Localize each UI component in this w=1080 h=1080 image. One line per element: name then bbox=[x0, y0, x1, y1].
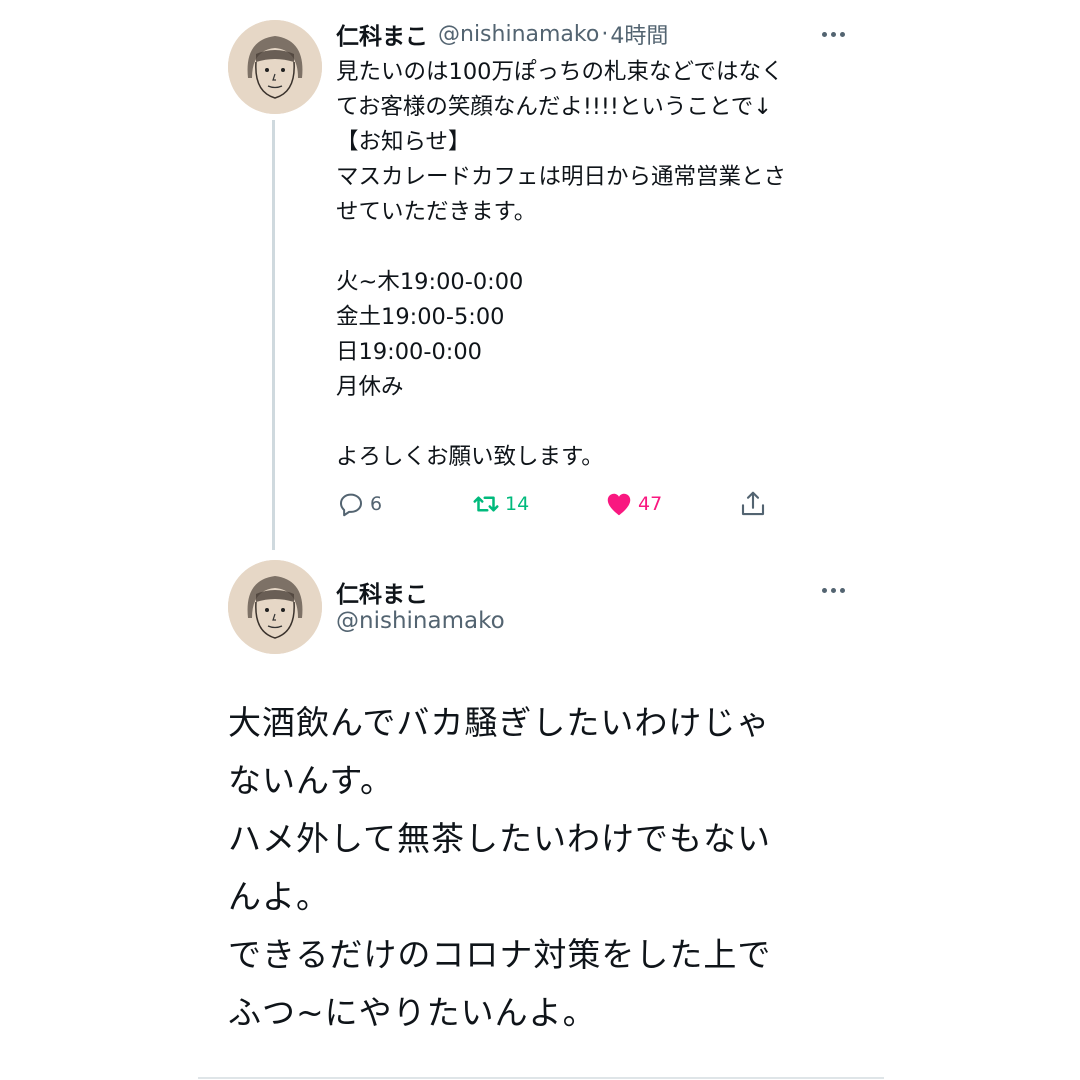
tweet-line: 火~木19:00-0:00 bbox=[336, 269, 524, 295]
avatar[interactable] bbox=[228, 560, 322, 654]
tweet-line: よろしくお願い致します。 bbox=[336, 444, 604, 470]
divider bbox=[198, 1077, 884, 1079]
tweet-line: 金土19:00-5:00 bbox=[336, 304, 505, 330]
retweet-button[interactable]: 14 bbox=[471, 486, 529, 522]
tweet-line: んよ。 bbox=[228, 877, 330, 916]
tweet-line: 日19:00-0:00 bbox=[336, 339, 482, 365]
tweet-line: 大酒飲んでバカ騒ぎしたいわけじゃ bbox=[228, 703, 771, 742]
tweet-text: 大酒飲んでバカ騒ぎしたいわけじゃ ないんす。 ハメ外して無茶したいわけでもない … bbox=[228, 694, 868, 1042]
tweet-line: 月休み bbox=[336, 374, 404, 400]
tweet-line: ハメ外して無茶したいわけでもない bbox=[228, 819, 772, 858]
tweet-line: てお客様の笑顔なんだよ!!!!ということで↓ bbox=[336, 94, 773, 120]
thread-connector-line bbox=[272, 120, 275, 550]
tweet-line: ふつ~にやりたいんよ。 bbox=[228, 993, 597, 1032]
tweet-line: 【お知らせ】 bbox=[336, 129, 471, 155]
timestamp[interactable]: 4時間 bbox=[610, 18, 668, 50]
like-button[interactable]: 47 bbox=[604, 486, 662, 522]
tweet-line: マスカレードカフェは明日から通常営業とさ bbox=[336, 164, 787, 190]
like-count: 47 bbox=[638, 493, 663, 515]
tweet-line: 見たいのは100万ぽっちの札束などではなく bbox=[336, 59, 784, 85]
avatar[interactable] bbox=[228, 20, 322, 114]
retweet-icon bbox=[473, 496, 499, 512]
reply-count: 6 bbox=[370, 493, 383, 515]
more-options-icon[interactable] bbox=[822, 32, 845, 37]
share-icon bbox=[741, 491, 765, 516]
avatar-drawing-icon bbox=[228, 560, 322, 654]
tweet-line: できるだけのコロナ対策をした上で bbox=[228, 935, 772, 974]
separator-dot: · bbox=[601, 21, 609, 47]
display-name[interactable]: 仁科まこ bbox=[336, 17, 428, 51]
display-name[interactable]: 仁科まこ bbox=[336, 575, 428, 609]
reply-button[interactable]: 6 bbox=[336, 486, 382, 522]
handle[interactable]: @nishinamako bbox=[438, 22, 599, 47]
retweet-count: 14 bbox=[505, 493, 530, 515]
heart-filled-icon bbox=[607, 493, 631, 516]
tweet-line: ないんす。 bbox=[228, 761, 395, 800]
handle[interactable]: @nishinamako bbox=[336, 608, 505, 634]
tweet-header: 仁科まこ @nishinamako · 4時間 bbox=[336, 16, 668, 52]
tweet-line: せていただきます。 bbox=[336, 199, 537, 225]
reply-icon bbox=[340, 493, 362, 517]
avatar-drawing-icon bbox=[228, 20, 322, 114]
share-button[interactable] bbox=[738, 486, 768, 522]
tweet-actions: 6 14 47 bbox=[336, 486, 796, 522]
tweet-text: 見たいのは100万ぽっちの札束などではなく てお客様の笑顔なんだよ!!!!という… bbox=[336, 55, 856, 475]
more-options-icon[interactable] bbox=[822, 588, 845, 593]
